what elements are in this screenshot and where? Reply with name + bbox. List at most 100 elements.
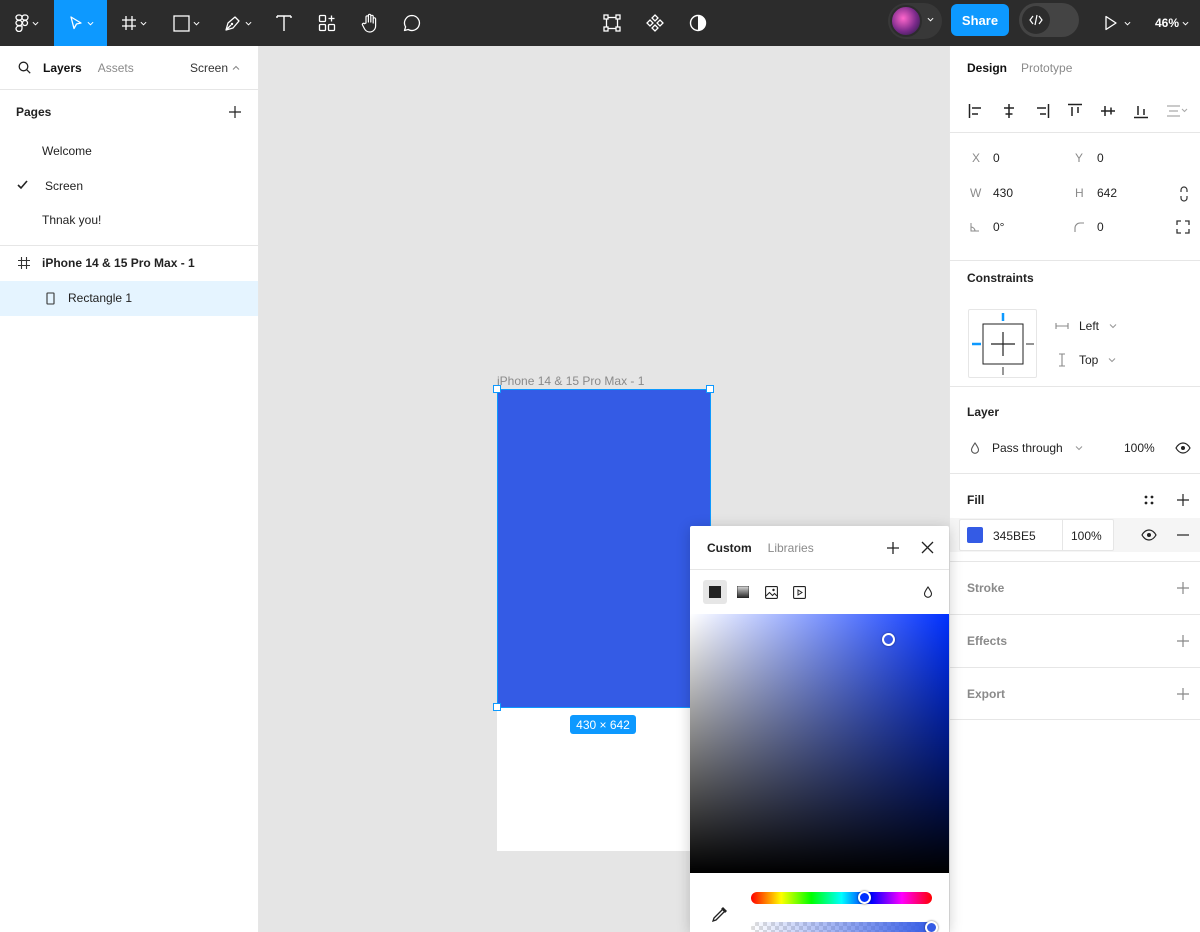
align-vertical-center-icon[interactable] <box>1100 103 1116 119</box>
move-tool-button[interactable] <box>54 0 107 46</box>
color-cursor[interactable] <box>882 632 896 646</box>
style-grid-icon[interactable] <box>1143 494 1155 506</box>
layer-row-frame[interactable]: iPhone 14 & 15 Pro Max - 1 <box>0 246 258 281</box>
height-input[interactable]: 642 <box>1097 186 1117 200</box>
vertical-constraint-select[interactable]: Top <box>1055 343 1116 377</box>
fill-row[interactable]: 345BE5 100% <box>950 517 1200 552</box>
align-right-icon[interactable] <box>1034 103 1050 119</box>
present-button[interactable] <box>1104 0 1131 46</box>
rotation-input[interactable]: 0° <box>993 220 1004 234</box>
tab-libraries[interactable]: Libraries <box>768 541 814 555</box>
chevron-down-icon <box>32 21 39 26</box>
text-icon <box>276 15 292 31</box>
horizontal-constraint-select[interactable]: Left <box>1055 309 1117 343</box>
rectangle-1[interactable] <box>497 389 711 708</box>
chevron-down-icon <box>1182 21 1189 26</box>
tab-prototype[interactable]: Prototype <box>1021 61 1072 75</box>
rotation-icon <box>970 223 979 232</box>
page-item-thank-you[interactable]: Thnak you! <box>0 203 258 238</box>
layer-label: Rectangle 1 <box>68 291 133 305</box>
chevron-down-icon <box>1108 357 1116 362</box>
constraint-v-value: Top <box>1079 352 1099 367</box>
eye-icon[interactable] <box>1141 528 1157 541</box>
blend-drop-icon[interactable] <box>923 586 933 598</box>
hand-tool-button[interactable] <box>350 0 390 46</box>
align-horizontal-center-icon[interactable] <box>1001 103 1017 119</box>
tab-layers[interactable]: Layers <box>43 61 82 75</box>
share-button[interactable]: Share <box>951 4 1009 36</box>
constraint-widget[interactable] <box>968 308 1037 378</box>
distribute-icon[interactable] <box>1166 103 1188 119</box>
eye-icon[interactable] <box>1175 441 1191 454</box>
frame-label[interactable]: iPhone 14 & 15 Pro Max - 1 <box>497 374 644 388</box>
align-top-icon[interactable] <box>1067 103 1083 119</box>
tab-design[interactable]: Design <box>967 61 1007 75</box>
pen-tool-button[interactable] <box>212 0 264 46</box>
solid-icon <box>709 586 721 598</box>
gradient-icon <box>737 586 749 598</box>
y-input[interactable]: 0 <box>1097 151 1104 165</box>
edit-object-icon[interactable] <box>603 14 621 32</box>
page-item-welcome[interactable]: Welcome <box>0 134 258 169</box>
hue-slider[interactable] <box>751 891 932 904</box>
resize-handle-top-left[interactable] <box>493 385 501 393</box>
fill-opacity-input[interactable]: 100% <box>1071 529 1102 543</box>
align-left-icon[interactable] <box>968 103 984 119</box>
figma-menu-button[interactable] <box>0 0 54 46</box>
add-export-icon[interactable] <box>1176 687 1190 701</box>
align-bottom-icon[interactable] <box>1133 103 1149 119</box>
add-stroke-icon[interactable] <box>1176 581 1190 595</box>
mobile-frame-icon <box>46 291 55 305</box>
image-paint-button[interactable] <box>759 580 783 604</box>
resize-handle-bottom-left[interactable] <box>493 703 501 711</box>
blend-mode-select[interactable]: Pass through <box>970 431 1083 465</box>
width-input[interactable]: 430 <box>993 186 1013 200</box>
left-panel-tabs: Layers Assets Screen <box>0 46 258 90</box>
shape-tool-button[interactable] <box>160 0 212 46</box>
video-paint-button[interactable] <box>787 580 811 604</box>
resize-handle-top-right[interactable] <box>706 385 714 393</box>
x-input[interactable]: 0 <box>993 151 1000 165</box>
independent-corners-icon[interactable] <box>1176 220 1190 234</box>
constrain-proportions-icon[interactable] <box>1179 185 1189 202</box>
resources-tool-button[interactable] <box>304 0 350 46</box>
opacity-slider-handle[interactable] <box>925 921 938 932</box>
close-icon[interactable] <box>921 541 934 554</box>
dev-mode-toggle[interactable] <box>1019 3 1079 37</box>
fill-swatch[interactable] <box>967 526 983 543</box>
opacity-slider[interactable] <box>751 921 938 932</box>
component-icon[interactable] <box>646 14 664 32</box>
layer-section: Layer Pass through 100% <box>950 385 1200 473</box>
contrast-icon[interactable] <box>689 14 707 32</box>
tab-assets[interactable]: Assets <box>98 61 134 75</box>
fill-hex-input[interactable]: 345BE5 <box>993 529 1036 543</box>
frame-icon <box>18 256 30 269</box>
add-effect-icon[interactable] <box>1176 634 1190 648</box>
layer-label: iPhone 14 & 15 Pro Max - 1 <box>42 256 195 270</box>
tab-custom[interactable]: Custom <box>707 541 752 555</box>
saturation-value-area[interactable] <box>690 614 949 873</box>
frame-tool-button[interactable] <box>107 0 160 46</box>
avatar[interactable] <box>890 5 922 37</box>
text-tool-button[interactable] <box>264 0 304 46</box>
hue-slider-handle[interactable] <box>858 891 872 904</box>
add-style-icon[interactable] <box>886 541 900 555</box>
add-fill-icon[interactable] <box>1176 493 1190 507</box>
search-icon[interactable] <box>18 61 31 74</box>
page-selector[interactable]: Screen <box>190 46 240 90</box>
solid-paint-button[interactable] <box>703 580 727 604</box>
corner-radius-input[interactable]: 0 <box>1097 220 1104 234</box>
gradient-paint-button[interactable] <box>731 580 755 604</box>
comment-tool-button[interactable] <box>390 0 434 46</box>
pen-icon <box>225 16 240 31</box>
chevron-down-icon <box>927 17 934 22</box>
zoom-control[interactable]: 46% <box>1155 0 1189 46</box>
add-page-icon[interactable] <box>228 105 242 119</box>
page-item-screen[interactable]: Screen <box>0 169 258 204</box>
layer-opacity-input[interactable]: 100% <box>1124 441 1155 455</box>
eyedropper-icon[interactable] <box>711 905 729 923</box>
remove-fill-icon[interactable] <box>1177 533 1189 536</box>
w-label: W <box>970 185 982 200</box>
left-panel: Layers Assets Screen Pages Welcome Scree… <box>0 46 259 932</box>
layer-row-rectangle[interactable]: Rectangle 1 <box>0 280 258 316</box>
